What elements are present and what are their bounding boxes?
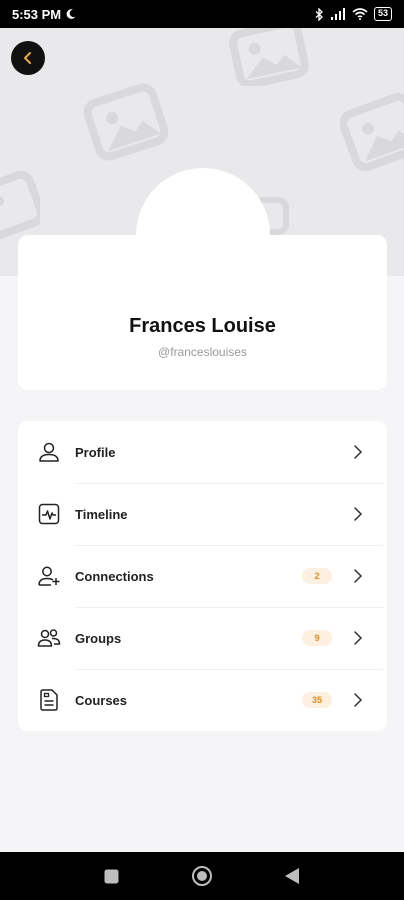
avatar[interactable]: [136, 168, 270, 302]
menu-item-timeline[interactable]: Timeline: [18, 483, 387, 545]
menu-item-connections[interactable]: Connections 2: [18, 545, 387, 607]
document-icon: [40, 689, 58, 711]
activity-icon: [38, 503, 60, 525]
status-bar: 5:53 PM 53: [0, 0, 404, 28]
count-badge: 9: [302, 630, 332, 646]
image-placeholder-icon: [340, 92, 404, 172]
system-nav-bar: [0, 852, 404, 900]
battery-icon: 53: [373, 7, 392, 21]
menu-item-label: Connections: [75, 568, 154, 584]
chevron-right-icon: [354, 507, 363, 521]
users-icon: [37, 629, 61, 647]
menu-item-label: Timeline: [75, 506, 128, 522]
bluetooth-icon: [315, 7, 323, 21]
back-button[interactable]: [284, 867, 300, 885]
status-right: 53: [315, 7, 392, 21]
image-placeholder-icon: [229, 28, 309, 86]
menu-item-courses[interactable]: Courses 35: [18, 669, 387, 731]
menu-item-label: Courses: [75, 692, 128, 708]
back-button[interactable]: [11, 41, 45, 75]
chevron-right-icon: [354, 445, 363, 459]
recents-button[interactable]: [104, 869, 119, 884]
menu-item-groups[interactable]: Groups 9: [18, 607, 387, 669]
menu-item-label: Groups: [75, 630, 122, 646]
menu-card: Profile Timeline Connections 2 Groups 9 …: [18, 421, 387, 731]
count-badge: 2: [302, 568, 332, 584]
chevron-right-icon: [354, 693, 363, 707]
count-badge: 35: [302, 692, 332, 708]
menu-item-label: Profile: [75, 444, 116, 460]
moon-icon: [66, 9, 76, 19]
add-user-icon: [38, 566, 60, 586]
status-left: 5:53 PM: [12, 7, 77, 22]
signal-icon: [330, 8, 345, 20]
status-time: 5:53 PM: [12, 6, 62, 22]
home-button[interactable]: [191, 865, 213, 887]
wifi-icon: [352, 8, 368, 20]
chevron-left-icon: [24, 52, 31, 64]
chevron-right-icon: [354, 569, 363, 583]
profile-handle: @franceslouises: [158, 345, 247, 359]
user-icon: [39, 442, 59, 462]
chevron-right-icon: [354, 631, 363, 645]
image-placeholder-icon: [84, 83, 168, 161]
menu-item-profile[interactable]: Profile: [18, 421, 387, 483]
profile-name: Frances Louise: [129, 315, 276, 337]
